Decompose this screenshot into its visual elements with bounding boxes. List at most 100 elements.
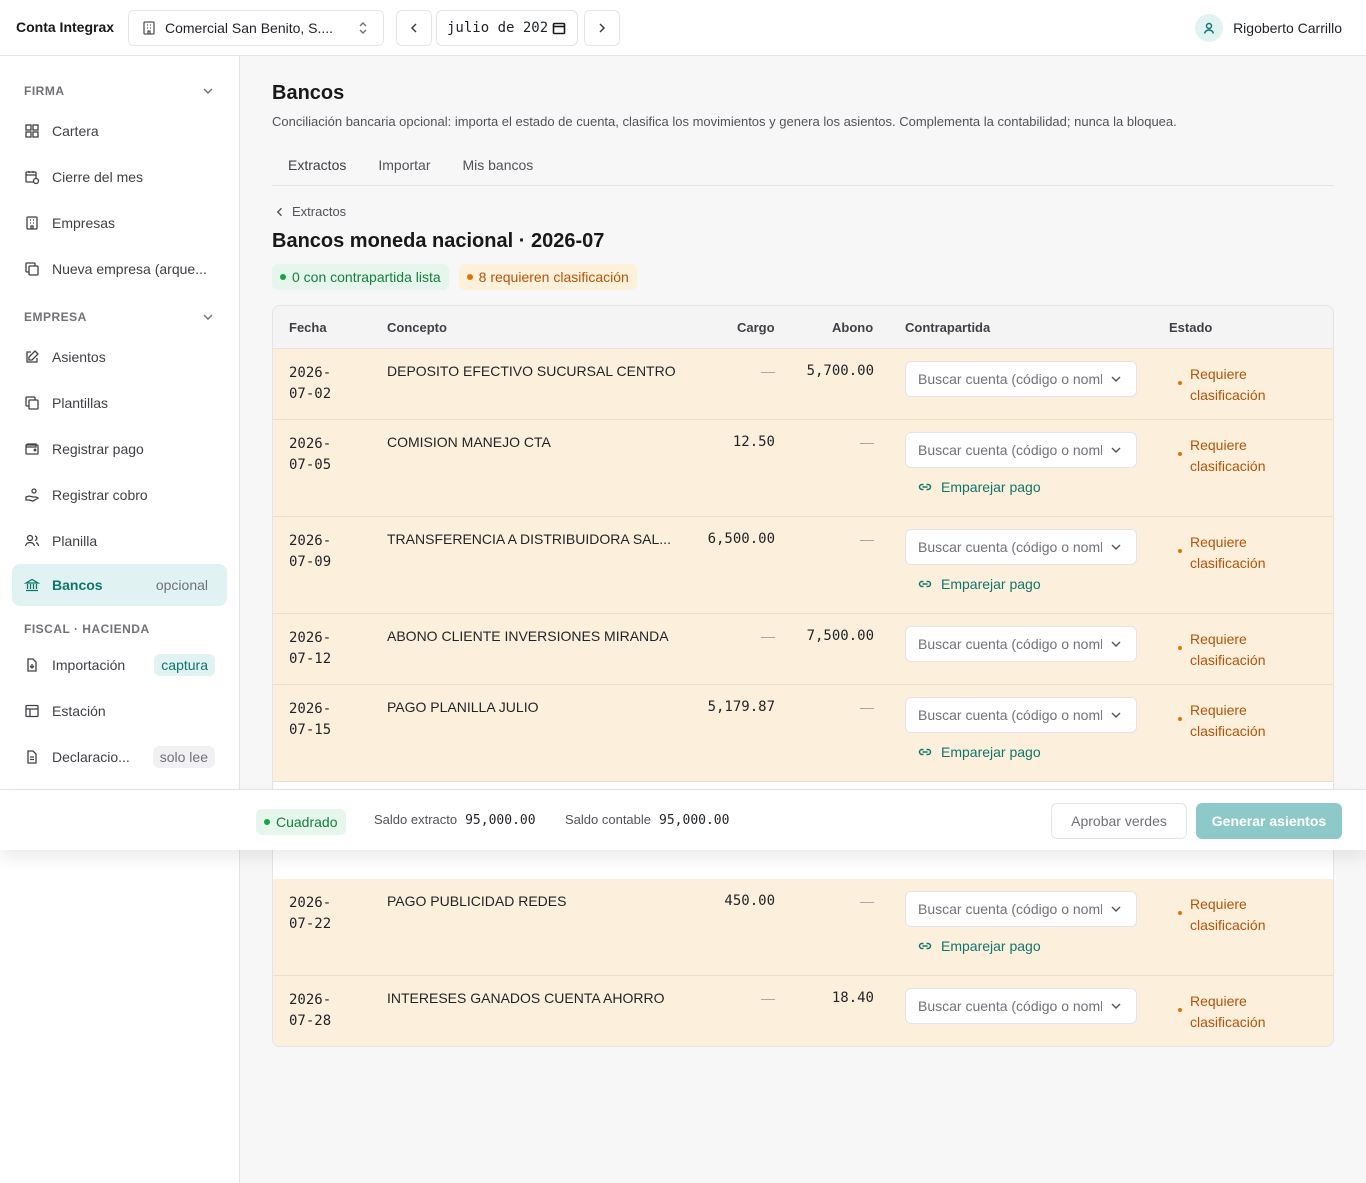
sidebar-item-planilla[interactable]: Planilla — [12, 520, 227, 562]
sidebar-item-asientos[interactable]: Asientos — [12, 336, 227, 378]
table-row: 2026- 07-28 INTERESES GANADOS CUENTA AHORR… — [273, 976, 1333, 1046]
row-concept: DEPOSITO EFECTIVO SUCURSAL CENTRO — [387, 363, 676, 379]
user-menu[interactable]: Rigoberto Carrillo — [1195, 14, 1342, 42]
statement-title: Bancos moneda nacional · 2026-07 — [272, 230, 605, 252]
tab-mis-bancos[interactable]: Mis bancos — [446, 144, 549, 186]
page-description: Conciliación bancaria opcional: importa … — [272, 114, 1177, 129]
account-search-select[interactable]: Buscar cuenta (código o nombre) — [905, 891, 1137, 927]
account-search-placeholder: Buscar cuenta (código o nombre) — [918, 442, 1102, 458]
sidebar-section-empresa[interactable]: EMPRESA — [24, 309, 216, 325]
avatar — [1195, 14, 1224, 42]
balance-status-badge: Cuadrado — [256, 809, 346, 835]
sidebar-item-declaraciones[interactable]: Declaracio... solo lee — [12, 736, 227, 778]
row-date-year: 2026- — [289, 365, 332, 381]
row-abono: 18.40 — [831, 990, 874, 1006]
row-date: 2026- 07-05 — [289, 434, 331, 476]
row-cargo: — — [761, 990, 775, 1006]
row-status-line1: Requiere — [1190, 993, 1247, 1009]
saldo-extracto: Saldo extracto 95,000.00 — [374, 812, 536, 828]
row-status-line1: Requiere — [1190, 366, 1247, 382]
row-date-monthday: 07-22 — [289, 916, 332, 932]
copy-icon — [25, 396, 39, 410]
account-search-select[interactable]: Buscar cuenta (código o nombre) — [905, 626, 1137, 662]
sidebar-item-registrar-pago[interactable]: Registrar pago — [12, 428, 227, 470]
company-selector[interactable]: Comercial San Benito, S.... — [128, 10, 384, 46]
sidebar-item-nueva-empresa[interactable]: Nueva empresa (arque... — [12, 248, 227, 290]
row-status: Requiere clasificación — [1178, 991, 1300, 1033]
saldo-contable-label: Saldo contable — [565, 812, 652, 827]
section-title: FIRMA — [24, 84, 65, 98]
sidebar-item-label: Nueva empresa (arque... — [52, 261, 207, 277]
match-payment-link[interactable]: Emparejar pago — [917, 744, 1041, 760]
sidebar-section-firma[interactable]: FIRMA — [24, 83, 216, 99]
users-icon — [24, 534, 40, 547]
row-status-label: Requiere clasificación — [1190, 364, 1300, 406]
approve-green-button[interactable]: Aprobar verdes — [1051, 803, 1187, 839]
match-payment-link[interactable]: Emparejar pago — [917, 938, 1041, 954]
row-concept: PAGO PLANILLA JULIO — [387, 699, 539, 715]
row-cargo: 5,179.87 — [707, 699, 775, 715]
file-text-icon — [27, 750, 37, 764]
sidebar-item-importacion[interactable]: Importación captura — [12, 644, 227, 686]
match-payment-label: Emparejar pago — [941, 576, 1041, 592]
row-status-line2: clasificación — [1190, 1014, 1266, 1030]
sidebar-item-estacion[interactable]: Estación — [12, 690, 227, 732]
row-concept: ABONO CLIENTE INVERSIONES MIRANDA — [387, 628, 669, 644]
sidebar-item-empresas[interactable]: Empresas — [12, 202, 227, 244]
row-status-line1: Requiere — [1190, 896, 1247, 912]
saldo-extracto-value: 95,000.00 — [465, 813, 536, 828]
row-date-monthday: 07-05 — [289, 457, 332, 473]
read-only-badge: solo lee — [152, 746, 215, 768]
match-payment-link[interactable]: Emparejar pago — [917, 576, 1041, 592]
account-search-select[interactable]: Buscar cuenta (código o nombre) — [905, 529, 1137, 565]
match-payment-link[interactable]: Emparejar pago — [917, 479, 1041, 495]
prev-period-button[interactable] — [396, 10, 432, 46]
sidebar-item-cierre[interactable]: Cierre del mes — [12, 156, 227, 198]
movements-table: Fecha Concepto Cargo Abono Contrapartida… — [272, 305, 1334, 1047]
row-date: 2026- 07-09 — [289, 531, 331, 573]
app-brand: Conta Integrax — [16, 19, 115, 35]
generate-entries-button[interactable]: Generar asientos — [1196, 803, 1342, 839]
table-row: 2026- 07-05 COMISION MANEJO CTA 12.50 — Busca… — [273, 420, 1333, 517]
chevron-down-icon — [1111, 447, 1121, 453]
summary-badges: 0 con contrapartida lista 8 requieren cl… — [272, 264, 637, 290]
row-date-year: 2026- — [289, 701, 332, 717]
link-icon — [918, 942, 932, 950]
account-search-select[interactable]: Buscar cuenta (código o nombre) — [905, 697, 1137, 733]
chevrons-up-down-icon — [359, 22, 367, 34]
period-value: julio de 2026 — [447, 20, 547, 36]
table-row: 2026- 07-22 PAGO PUBLICIDAD REDES 450.00 — Bu… — [273, 879, 1333, 976]
account-search-select[interactable]: Buscar cuenta (código o nombre) — [905, 361, 1137, 397]
row-cargo: — — [761, 363, 775, 379]
row-status-line2: clasificación — [1190, 555, 1266, 571]
sidebar-item-bancos[interactable]: Bancos opcional — [12, 564, 227, 606]
back-link[interactable]: Extractos — [274, 204, 346, 219]
sticky-footer: Cuadrado Saldo extracto 95,000.00 Saldo … — [0, 789, 1366, 850]
chevron-down-icon — [1111, 641, 1121, 647]
row-status: Requiere clasificación — [1178, 364, 1300, 406]
account-search-select[interactable]: Buscar cuenta (código o nombre) — [905, 988, 1137, 1024]
page-title: Bancos — [272, 82, 345, 104]
row-abono: — — [860, 531, 874, 547]
calendar-clock-icon — [25, 171, 40, 185]
sidebar-item-registrar-cobro[interactable]: Registrar cobro — [12, 474, 227, 516]
row-status-line2: clasificación — [1190, 387, 1266, 403]
status-dot — [1178, 646, 1182, 650]
account-search-placeholder: Buscar cuenta (código o nombre) — [918, 707, 1102, 723]
row-date: 2026- 07-02 — [289, 363, 331, 405]
row-date-year: 2026- — [289, 630, 332, 646]
tab-extractos[interactable]: Extractos — [272, 144, 362, 186]
row-status: Requiere clasificación — [1178, 700, 1300, 742]
row-cargo: 450.00 — [724, 893, 775, 909]
status-dot — [280, 274, 286, 280]
sidebar-item-plantillas[interactable]: Plantillas — [12, 382, 227, 424]
next-period-button[interactable] — [584, 10, 620, 46]
account-search-select[interactable]: Buscar cuenta (código o nombre) — [905, 432, 1137, 468]
account-search-placeholder: Buscar cuenta (código o nombre) — [918, 539, 1102, 555]
sidebar-item-cartera[interactable]: Cartera — [12, 110, 227, 152]
balance-status-label: Cuadrado — [276, 814, 338, 830]
sidebar-item-label: Empresas — [52, 215, 116, 231]
period-input[interactable]: julio de 2026 — [436, 10, 578, 46]
tab-importar[interactable]: Importar — [362, 144, 446, 186]
calendar-icon[interactable] — [551, 20, 567, 36]
